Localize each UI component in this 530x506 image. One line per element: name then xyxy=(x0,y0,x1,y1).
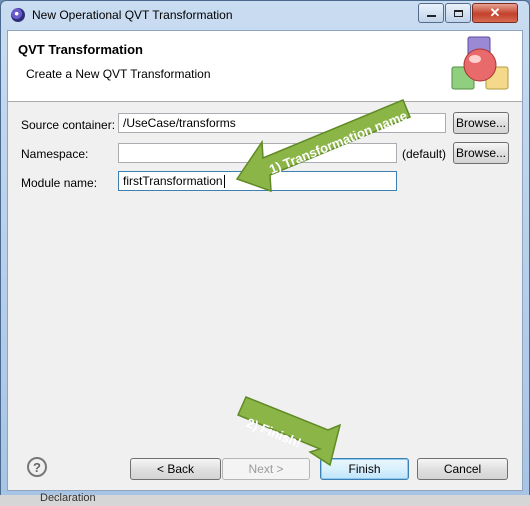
taskbar-partial-text: Declaration xyxy=(40,492,96,504)
background-taskbar: Declaration xyxy=(0,492,530,506)
